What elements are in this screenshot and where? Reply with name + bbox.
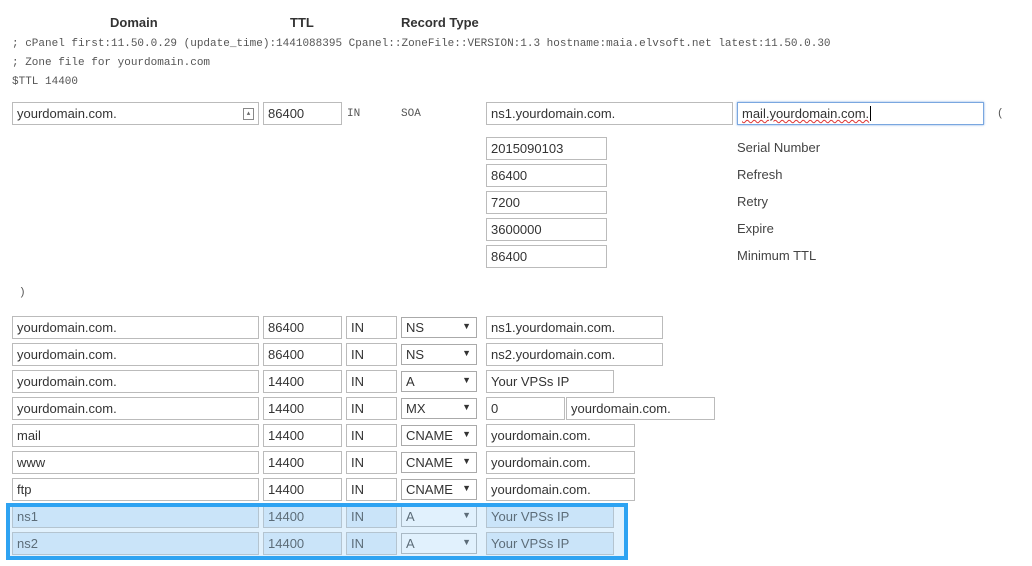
record-type-select[interactable]: A ▼ <box>401 371 477 392</box>
close-paren: ) <box>19 287 26 299</box>
record-type-select[interactable]: A ▼ <box>401 533 477 554</box>
record-class-input[interactable]: IN <box>346 451 397 474</box>
record-type-select[interactable]: CNAME ▼ <box>401 479 477 500</box>
dropdown-arrow-icon: ▼ <box>462 402 471 412</box>
dropdown-arrow-icon: ▼ <box>462 348 471 358</box>
record-type-select[interactable]: NS ▼ <box>401 344 477 365</box>
record-ttl-input[interactable]: 14400 <box>263 478 342 501</box>
soa-field-input[interactable]: 7200 <box>486 191 607 214</box>
dropdown-arrow-icon: ▼ <box>462 510 471 520</box>
record-data-input[interactable]: ns1.yourdomain.com. <box>486 316 663 339</box>
record-type-select[interactable]: NS ▼ <box>401 317 477 338</box>
open-paren: ( <box>997 108 1004 120</box>
soa-field-input[interactable]: 3600000 <box>486 218 607 241</box>
soa-type: SOA <box>401 108 421 120</box>
soa-email-value: mail.yourdomain.com. <box>742 106 870 121</box>
header-ttl: TTL <box>290 15 314 30</box>
record-type-value: A <box>406 374 415 389</box>
soa-domain-value: yourdomain.com. <box>17 106 117 121</box>
record-data-input[interactable]: yourdomain.com. <box>566 397 715 420</box>
record-ttl-input[interactable]: 14400 <box>263 370 342 393</box>
record-ttl-input[interactable]: 14400 <box>263 505 342 528</box>
record-domain-input[interactable]: ns1 <box>12 505 259 528</box>
record-type-value: MX <box>406 401 426 416</box>
record-class-input[interactable]: IN <box>346 343 397 366</box>
contact-card-icon[interactable]: ▴ <box>243 108 254 120</box>
record-domain-input[interactable]: www <box>12 451 259 474</box>
record-domain-input[interactable]: yourdomain.com. <box>12 316 259 339</box>
record-domain-input[interactable]: ns2 <box>12 532 259 555</box>
record-data-input[interactable]: 0 <box>486 397 565 420</box>
record-ttl-input[interactable]: 14400 <box>263 532 342 555</box>
record-domain-input[interactable]: mail <box>12 424 259 447</box>
record-class-input[interactable]: IN <box>346 424 397 447</box>
soa-primary-ns-input[interactable]: ns1.yourdomain.com. <box>486 102 733 125</box>
record-domain-input[interactable]: ftp <box>12 478 259 501</box>
header-record-type: Record Type <box>401 15 479 30</box>
record-data-input[interactable]: yourdomain.com. <box>486 478 635 501</box>
dropdown-arrow-icon: ▼ <box>462 537 471 547</box>
record-class-input[interactable]: IN <box>346 316 397 339</box>
record-ttl-input[interactable]: 14400 <box>263 451 342 474</box>
record-type-value: CNAME <box>406 482 453 497</box>
soa-email-input[interactable]: mail.yourdomain.com. <box>737 102 984 125</box>
zone-comment: ; Zone file for yourdomain.com <box>12 57 211 69</box>
record-type-select[interactable]: CNAME ▼ <box>401 425 477 446</box>
soa-domain-input[interactable]: yourdomain.com. ▴ <box>12 102 259 125</box>
soa-ttl-input[interactable]: 86400 <box>263 102 342 125</box>
soa-field-label: Serial Number <box>737 140 821 155</box>
dropdown-arrow-icon: ▼ <box>462 375 471 385</box>
record-data-input[interactable]: Your VPSs IP <box>486 370 614 393</box>
dropdown-arrow-icon: ▼ <box>462 429 471 439</box>
record-type-select[interactable]: A ▼ <box>401 506 477 527</box>
record-class-input[interactable]: IN <box>346 505 397 528</box>
dropdown-arrow-icon: ▼ <box>462 456 471 466</box>
record-ttl-input[interactable]: 86400 <box>263 316 342 339</box>
record-type-value: CNAME <box>406 455 453 470</box>
record-ttl-input[interactable]: 14400 <box>263 397 342 420</box>
record-data-input[interactable]: Your VPSs IP <box>486 532 614 555</box>
soa-field-input[interactable]: 86400 <box>486 245 607 268</box>
zone-comment: ; cPanel first:11.50.0.29 (update_time):… <box>12 38 831 50</box>
soa-field-label: Minimum TTL <box>737 248 817 263</box>
record-type-value: A <box>406 536 415 551</box>
record-ttl-input[interactable]: 86400 <box>263 343 342 366</box>
record-class-input[interactable]: IN <box>346 532 397 555</box>
header-domain: Domain <box>110 15 158 30</box>
record-data-input[interactable]: yourdomain.com. <box>486 451 635 474</box>
dropdown-arrow-icon: ▼ <box>462 483 471 493</box>
soa-field-label: Refresh <box>737 167 783 182</box>
record-type-select[interactable]: MX ▼ <box>401 398 477 419</box>
record-domain-input[interactable]: yourdomain.com. <box>12 370 259 393</box>
soa-field-input[interactable]: 86400 <box>486 164 607 187</box>
record-ttl-input[interactable]: 14400 <box>263 424 342 447</box>
record-type-value: NS <box>406 320 425 335</box>
soa-field-input[interactable]: 2015090103 <box>486 137 607 160</box>
record-data-input[interactable]: yourdomain.com. <box>486 424 635 447</box>
record-class-input[interactable]: IN <box>346 370 397 393</box>
soa-field-label: Expire <box>737 221 774 236</box>
zone-ttl: $TTL 14400 <box>12 76 79 88</box>
record-domain-input[interactable]: yourdomain.com. <box>12 343 259 366</box>
soa-class: IN <box>347 108 361 120</box>
record-data-input[interactable]: ns2.yourdomain.com. <box>486 343 663 366</box>
record-type-select[interactable]: CNAME ▼ <box>401 452 477 473</box>
dropdown-arrow-icon: ▼ <box>462 321 471 331</box>
record-type-value: A <box>406 509 415 524</box>
soa-field-label: Retry <box>737 194 769 209</box>
record-class-input[interactable]: IN <box>346 397 397 420</box>
record-domain-input[interactable]: yourdomain.com. <box>12 397 259 420</box>
record-class-input[interactable]: IN <box>346 478 397 501</box>
record-data-input[interactable]: Your VPSs IP <box>486 505 614 528</box>
record-type-value: NS <box>406 347 425 362</box>
record-type-value: CNAME <box>406 428 453 443</box>
